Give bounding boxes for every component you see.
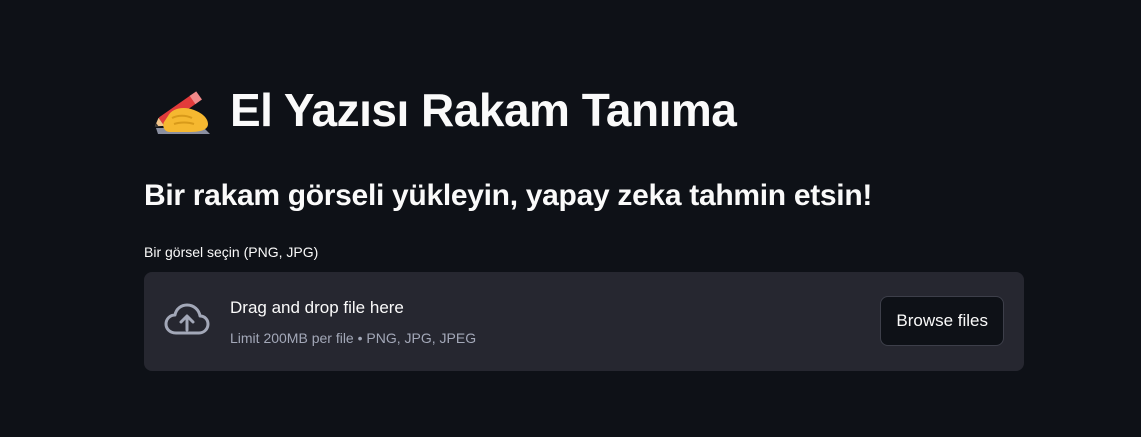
cloud-upload-icon [164,303,210,339]
page-title-text: El Yazısı Rakam Tanıma [230,84,737,136]
writing-hand-icon [150,82,214,138]
dropzone-instructions: Drag and drop file here [230,298,404,317]
page-title: El Yazısı Rakam Tanıma [150,80,737,140]
page-subtitle: Bir rakam görseli yükleyin, yapay zeka t… [144,179,873,212]
file-dropzone[interactable]: Drag and drop file here Limit 200MB per … [144,272,1024,371]
dropzone-limit-text: Limit 200MB per file • PNG, JPG, JPEG [230,330,477,346]
browse-files-button[interactable]: Browse files [880,296,1004,346]
file-uploader-label: Bir görsel seçin (PNG, JPG) [144,244,319,260]
